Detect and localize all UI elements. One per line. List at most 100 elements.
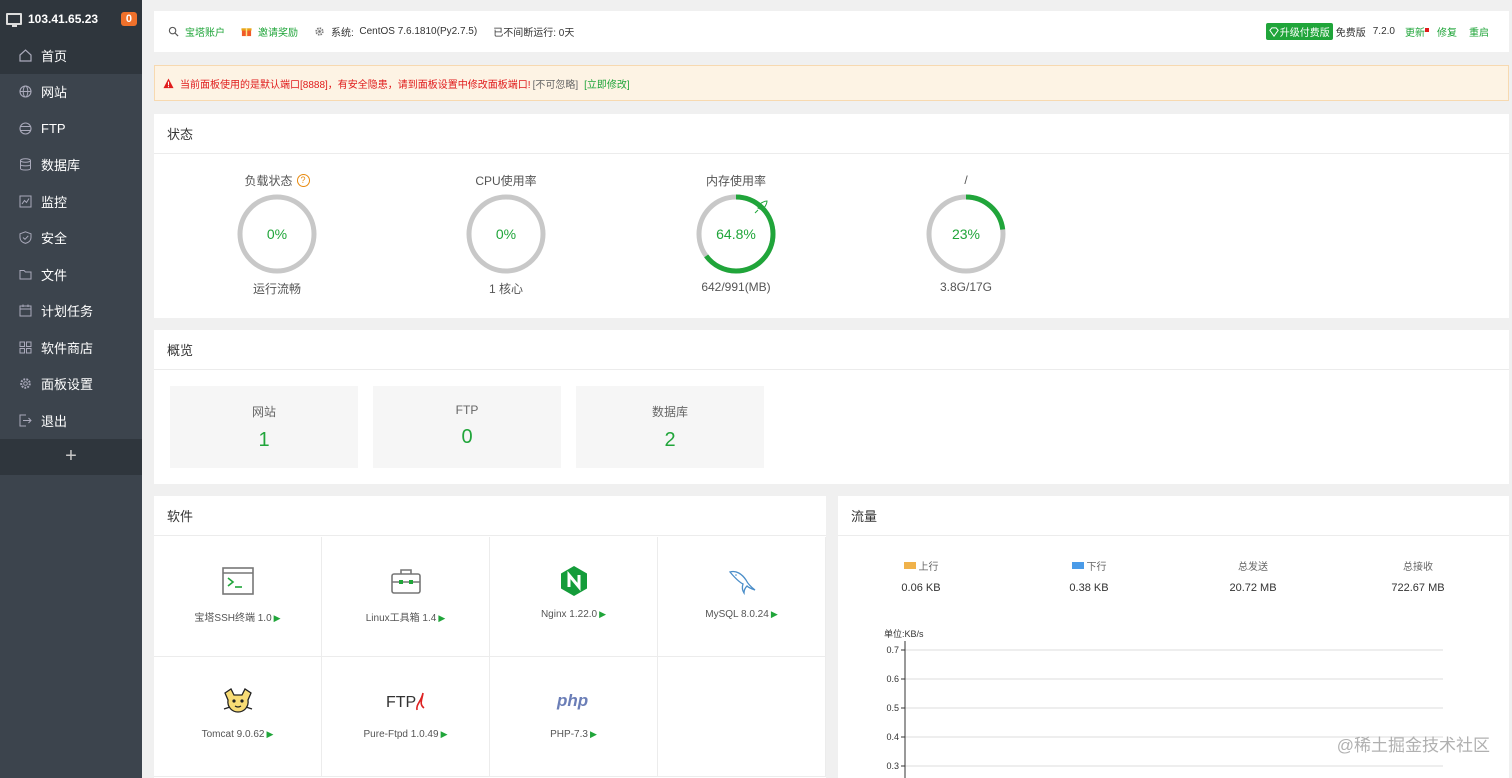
play-icon[interactable]: ▶	[274, 613, 281, 623]
sidebar-item-label: 网站	[41, 85, 68, 101]
ftp-logo-icon: FTP	[322, 685, 489, 717]
version-area: 升级付费版 免费版 7.2.0 更新 修复 重启	[1265, 23, 1509, 40]
overview-title: 概览	[154, 330, 1509, 370]
gauge-3[interactable]: / 23% 3.8G/17G	[906, 172, 1026, 294]
overview-card-ftp[interactable]: FTP 0	[373, 386, 561, 468]
play-icon[interactable]: ▶	[441, 729, 448, 739]
update-link[interactable]: 更新	[1405, 24, 1429, 39]
sidebar-item-2[interactable]: FTP	[0, 110, 142, 147]
card-value: 1	[258, 429, 270, 451]
sidebar-item-9[interactable]: 面板设置	[0, 366, 142, 403]
software-name: MySQL 8.0.24	[705, 609, 769, 620]
gauge-value: 0%	[496, 226, 516, 242]
sidebar-item-0[interactable]: 首页	[0, 37, 142, 74]
card-label: 数据库	[651, 405, 688, 419]
fix-now-link[interactable]: [立即修改]	[584, 76, 630, 91]
sidebar-item-6[interactable]: 文件	[0, 256, 142, 293]
sidebar-nav: 首页网站 FTP 数据库监控安全文件计划任务软件商店面板设置退出	[0, 37, 142, 439]
logout-icon	[18, 413, 32, 427]
sidebar-item-7[interactable]: 计划任务	[0, 293, 142, 330]
gift-icon	[241, 28, 252, 37]
software-title: 软件	[154, 496, 826, 536]
software-item[interactable]: 宝塔SSH终端 1.0 ▶	[154, 537, 322, 657]
database-icon	[18, 158, 32, 172]
folder-icon	[18, 267, 32, 281]
system-value: CentOS 7.6.1810(Py2.7.5)	[359, 26, 478, 37]
play-icon[interactable]: ▶	[266, 729, 273, 739]
sidebar-item-label: 文件	[41, 267, 68, 283]
sidebar-item-label: FTP	[41, 120, 66, 136]
gauge-sub: 3.8G/17G	[939, 280, 993, 294]
traffic-recv: 总接收 722.67 MB	[1358, 558, 1478, 594]
system-info: 系统: CentOS 7.6.1810(Py2.7.5)	[314, 24, 477, 39]
uptime: 已不间断运行: 0天	[493, 28, 575, 39]
play-icon[interactable]: ▶	[771, 609, 778, 619]
overview-card-sites[interactable]: 网站 1	[170, 386, 358, 468]
software-name: Pure-Ftpd 1.0.49	[363, 729, 439, 740]
restart-link[interactable]: 重启	[1469, 24, 1489, 39]
sidebar-item-label: 面板设置	[41, 377, 94, 393]
add-button[interactable]: +	[0, 438, 142, 475]
overview-card-database[interactable]: 数据库 2	[576, 386, 764, 468]
sidebar-item-label: 计划任务	[41, 304, 94, 320]
sidebar-item-3[interactable]: 数据库	[0, 147, 142, 184]
gauge-sub: 642/991(MB)	[701, 280, 771, 294]
warning-icon	[163, 77, 174, 88]
y-tick-label: 0.6	[886, 674, 899, 684]
gauge-0[interactable]: 负载状态? 0% 运行流畅	[217, 172, 337, 297]
software-item[interactable]: FTP Pure-Ftpd 1.0.49 ▶	[322, 657, 490, 777]
sidebar-item-label: 数据库	[41, 158, 81, 174]
sidebar-item-label: 软件商店	[41, 340, 94, 356]
software-name: 宝塔SSH终端 1.0	[194, 613, 272, 624]
play-icon[interactable]: ▶	[438, 613, 445, 623]
gauge-sub: 1 核心	[488, 282, 523, 296]
software-name: Linux工具箱 1.4	[365, 613, 437, 624]
gear-icon	[18, 377, 32, 391]
invite-link[interactable]: 邀请奖励	[241, 24, 298, 39]
traffic-down: 下行 0.38 KB	[1029, 558, 1149, 594]
version-number: 7.2.0	[1372, 26, 1395, 37]
software-item[interactable]: Tomcat 9.0.62 ▶	[154, 657, 322, 777]
account-link[interactable]: 宝塔账户	[168, 24, 225, 39]
repair-link[interactable]: 修复	[1437, 24, 1457, 39]
y-tick-label: 0.7	[886, 645, 899, 655]
gauge-label: CPU使用率	[475, 173, 537, 188]
traffic-title: 流量	[838, 496, 1509, 536]
terminal-icon	[154, 565, 321, 597]
sidebar-item-10[interactable]: 退出	[0, 402, 142, 439]
notification-badge[interactable]: 0	[120, 11, 137, 26]
server-header[interactable]: 103.41.65.23 0	[0, 0, 142, 37]
software-empty-slot	[658, 657, 826, 777]
sent-value: 20.72 MB	[1229, 582, 1277, 594]
software-item[interactable]: Nginx 1.22.0 ▶	[490, 537, 658, 657]
gauge-ring: 0%	[237, 194, 317, 274]
sidebar-item-5[interactable]: 安全	[0, 220, 142, 257]
play-icon[interactable]: ▶	[599, 609, 606, 619]
recv-value: 722.67 MB	[1391, 582, 1445, 594]
gauge-2[interactable]: 内存使用率 64.8% 642/991(MB)	[676, 172, 796, 294]
gauge-1[interactable]: CPU使用率 0% 1 核心	[446, 172, 566, 297]
card-label: 网站	[251, 405, 276, 419]
upgrade-button[interactable]: 升级付费版	[1265, 23, 1333, 40]
software-item[interactable]: MySQL 8.0.24 ▶	[658, 537, 826, 657]
grid-icon	[18, 340, 32, 354]
sidebar-item-label: 安全	[41, 231, 68, 247]
software-item[interactable]: Linux工具箱 1.4 ▶	[322, 537, 490, 657]
gauge-value: 64.8%	[716, 226, 756, 242]
traffic-chart: 0.7 0.6 0.5 0.4 0.3	[886, 641, 1443, 778]
help-icon[interactable]: ?	[296, 173, 310, 187]
software-item[interactable]: php PHP-7.3 ▶	[490, 657, 658, 777]
traffic-sent: 总发送 20.72 MB	[1193, 558, 1313, 594]
y-tick-label: 0.4	[886, 732, 899, 742]
sidebar-item-1[interactable]: 网站	[0, 74, 142, 111]
down-swatch	[1071, 562, 1084, 569]
nginx-icon	[490, 565, 657, 597]
sidebar-item-8[interactable]: 软件商店	[0, 329, 142, 366]
gauge-ring: 64.8%	[696, 194, 776, 274]
status-panel: 状态 负载状态? 0% 运行流畅 CPU使用率 0% 1 核心 内存使用率 64.8% 642/…	[154, 114, 1509, 318]
php-icon: php	[490, 685, 657, 717]
diamond-icon	[1268, 26, 1279, 37]
svg-text:php: php	[556, 691, 588, 710]
sidebar-item-4[interactable]: 监控	[0, 183, 142, 220]
play-icon[interactable]: ▶	[590, 729, 597, 739]
